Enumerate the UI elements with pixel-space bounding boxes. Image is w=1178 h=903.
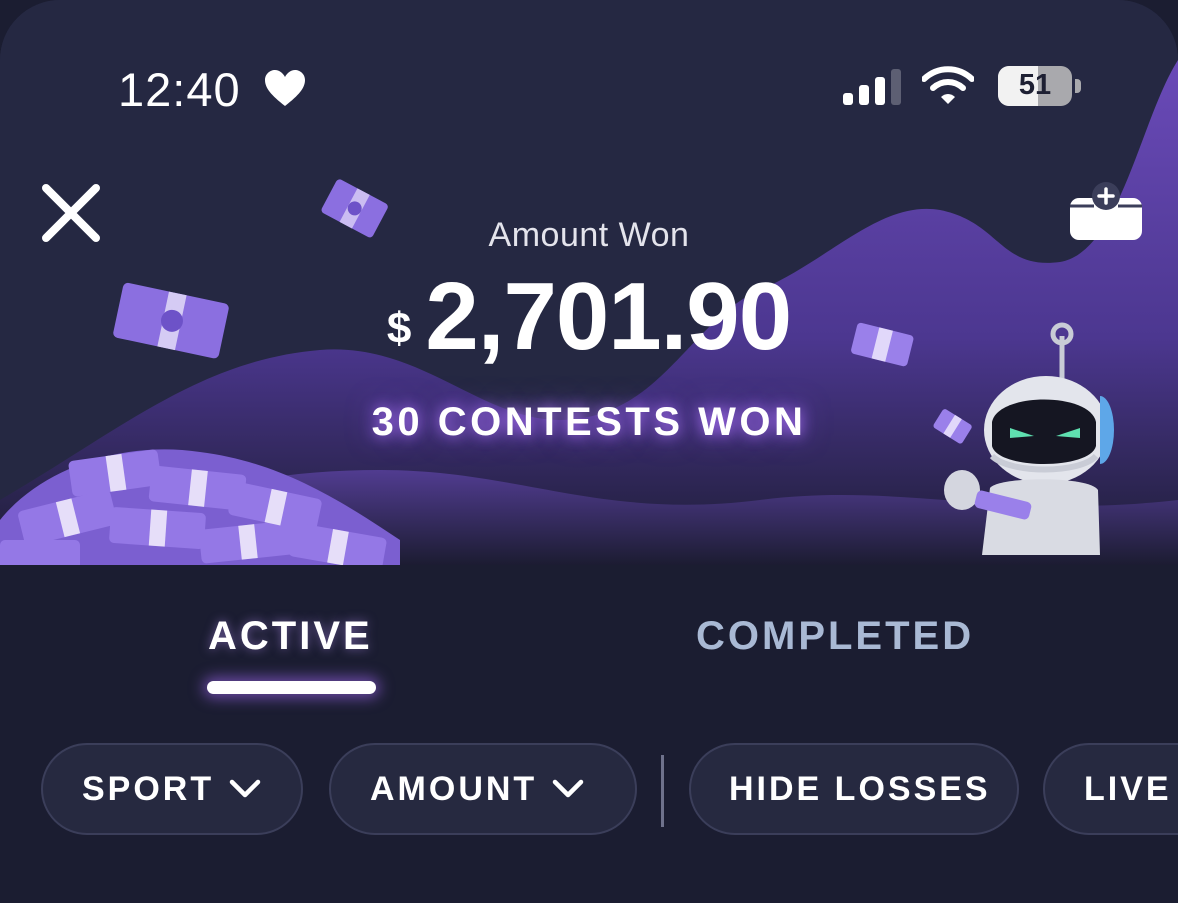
amount-won-label: Amount Won — [488, 216, 690, 254]
sport-filter-label: SPORT — [82, 769, 215, 808]
amount-filter-label: AMOUNT — [370, 769, 538, 808]
chevron-down-icon — [229, 779, 261, 798]
amount-won-row: $2,701.90 — [0, 262, 1178, 372]
winnings-hero: 12:40 51 Amount Won $ 2,701.90 30 CONTES… — [0, 0, 1178, 565]
heart-icon — [265, 70, 305, 106]
app-screen: 12:40 51 Amount Won $ 2,701.90 30 CONTES… — [0, 0, 1178, 903]
cellular-signal-icon — [843, 69, 901, 105]
battery-percent: 51 — [1018, 69, 1052, 101]
active-tab-indicator — [207, 681, 376, 694]
contests-won-count: 30 CONTESTS WON — [371, 400, 807, 444]
live-filter-toggle[interactable]: LIVE — [1043, 743, 1178, 835]
amount-filter-button[interactable]: AMOUNT — [329, 743, 637, 835]
currency-symbol: $ — [386, 304, 412, 353]
live-filter-label: LIVE — [1084, 769, 1172, 808]
chevron-down-icon — [552, 779, 584, 798]
tab-completed[interactable]: COMPLETED — [696, 614, 974, 659]
battery-cap — [1075, 79, 1081, 93]
status-time: 12:40 — [118, 63, 241, 116]
sport-filter-button[interactable]: SPORT — [41, 743, 303, 835]
wifi-icon — [922, 66, 974, 104]
hide-losses-label: HIDE LOSSES — [729, 769, 991, 808]
amount-won-value: 2,701.90 — [425, 263, 792, 370]
filter-divider — [661, 755, 664, 827]
tab-active[interactable]: ACTIVE — [208, 614, 373, 659]
battery-indicator: 51 — [998, 66, 1072, 106]
hide-losses-toggle[interactable]: HIDE LOSSES — [689, 743, 1019, 835]
